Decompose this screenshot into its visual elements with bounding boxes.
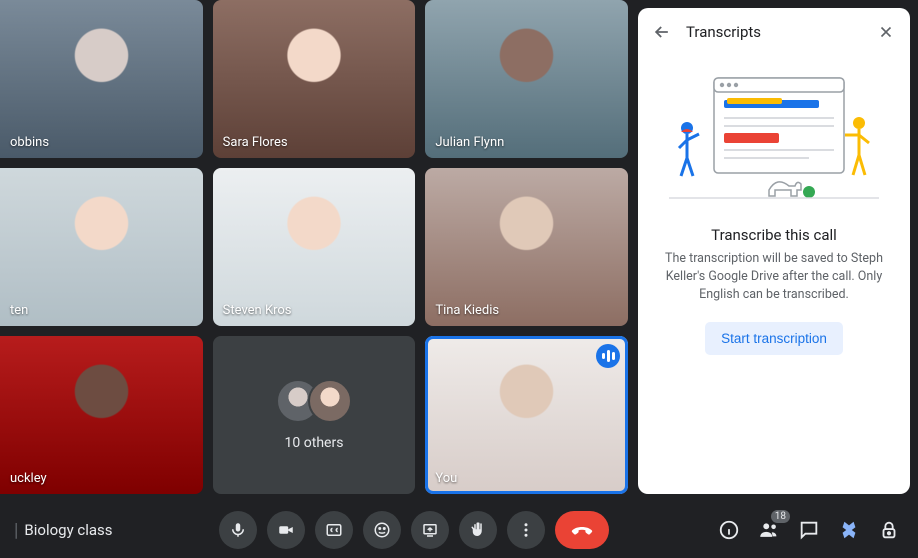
- participant-tile[interactable]: uckley: [0, 336, 203, 494]
- more-options-button[interactable]: [507, 511, 545, 549]
- others-count-label: 10 others: [285, 435, 344, 451]
- others-tile[interactable]: 10 others: [213, 336, 416, 494]
- mic-toggle-button[interactable]: [219, 511, 257, 549]
- participant-name: Tina Kiedis: [435, 303, 499, 318]
- self-tile[interactable]: You: [425, 336, 628, 494]
- close-icon[interactable]: [872, 18, 900, 46]
- chat-button[interactable]: [796, 517, 822, 543]
- camera-toggle-button[interactable]: [267, 511, 305, 549]
- participant-name: obbins: [10, 135, 49, 150]
- participant-count-badge: 18: [771, 510, 790, 523]
- participant-tile[interactable]: Tina Kiedis: [425, 168, 628, 326]
- participant-name: Julian Flynn: [435, 135, 504, 150]
- bottom-bar: | Biology class 18: [0, 502, 918, 558]
- leave-call-button[interactable]: [555, 511, 609, 549]
- panel-description: The transcription will be saved to Steph…: [658, 250, 890, 304]
- meeting-name[interactable]: | Biology class: [10, 520, 113, 541]
- speaking-indicator-icon: [596, 344, 620, 368]
- transcript-illustration: [669, 68, 879, 208]
- present-screen-button[interactable]: [411, 511, 449, 549]
- video-grid: obbins Sara Flores Julian Flynn ten Stev…: [0, 0, 628, 502]
- host-controls-button[interactable]: [876, 517, 902, 543]
- self-label: You: [435, 471, 457, 486]
- participant-tile[interactable]: ten: [0, 168, 203, 326]
- start-transcription-button[interactable]: Start transcription: [705, 322, 843, 355]
- panel-heading: Transcribe this call: [711, 226, 837, 244]
- participant-tile[interactable]: Steven Kros: [213, 168, 416, 326]
- participant-name: Sara Flores: [223, 135, 288, 150]
- activities-button[interactable]: [836, 517, 862, 543]
- participant-tile[interactable]: Sara Flores: [213, 0, 416, 158]
- participant-name: Steven Kros: [223, 303, 292, 318]
- participant-name: ten: [10, 303, 28, 318]
- back-icon[interactable]: [648, 18, 676, 46]
- transcripts-panel: Transcripts: [638, 8, 910, 494]
- captions-button[interactable]: [315, 511, 353, 549]
- participant-tile[interactable]: obbins: [0, 0, 203, 158]
- meeting-details-button[interactable]: [716, 517, 742, 543]
- panel-title: Transcripts: [686, 23, 862, 41]
- participant-tile[interactable]: Julian Flynn: [425, 0, 628, 158]
- other-avatars: [276, 379, 352, 423]
- raise-hand-button[interactable]: [459, 511, 497, 549]
- reactions-button[interactable]: [363, 511, 401, 549]
- show-people-button[interactable]: 18: [756, 517, 782, 543]
- meeting-name-text: Biology class: [24, 521, 112, 539]
- participant-name: uckley: [10, 471, 47, 486]
